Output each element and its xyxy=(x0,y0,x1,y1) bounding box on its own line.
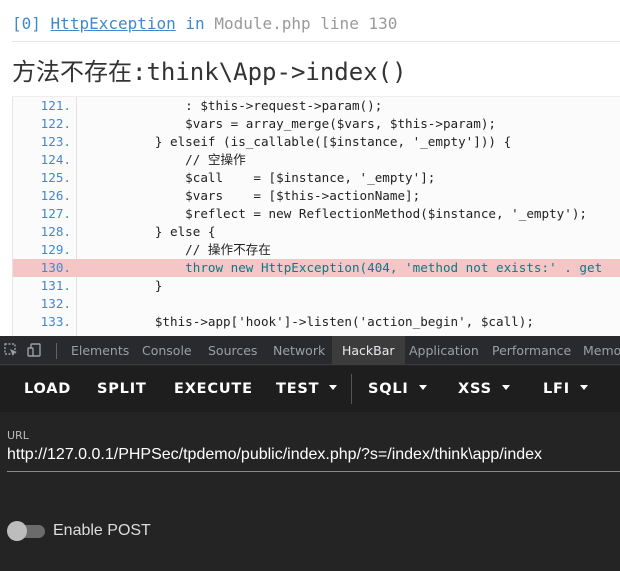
device-toolbar-icon[interactable] xyxy=(27,343,41,357)
code-line: 129. // 操作不存在 xyxy=(13,241,620,259)
code-line: 128. } else { xyxy=(13,223,620,241)
line-number: 128. xyxy=(40,224,71,239)
exception-in-word: in xyxy=(185,14,205,33)
line-source: $reflect = new ReflectionMethod($instanc… xyxy=(79,206,587,221)
line-number: 123. xyxy=(40,134,71,149)
tab-elements[interactable]: Elements xyxy=(71,336,129,365)
test-button-label: TEST xyxy=(276,381,320,397)
hackbar-body: URL http://127.0.0.1/PHPSec/tpdemo/publi… xyxy=(0,412,620,571)
exception-header: [0] HttpException in Module.php line 130… xyxy=(0,0,620,96)
source-code-panel: 121. : $this->request->param(); 122. $var… xyxy=(12,96,620,336)
code-line: 131. } xyxy=(13,277,620,295)
tabbar-divider xyxy=(56,343,57,359)
load-button[interactable]: LOAD xyxy=(24,366,71,412)
line-number: 124. xyxy=(40,152,71,167)
line-number: 127. xyxy=(40,206,71,221)
exception-index: [0] xyxy=(12,14,41,33)
code-line: 132. xyxy=(13,295,620,313)
load-button-label: LOAD xyxy=(24,381,72,397)
split-button[interactable]: SPLIT xyxy=(97,366,147,412)
execute-button-label: EXECUTE xyxy=(174,381,253,397)
code-line: 127. $reflect = new ReflectionMethod($in… xyxy=(13,205,620,223)
code-line: 124. // 空操作 xyxy=(13,151,620,169)
exception-class-link[interactable]: HttpException xyxy=(51,14,176,33)
url-label: URL xyxy=(7,429,29,442)
tab-memory[interactable]: Memory xyxy=(583,336,620,365)
caret-down-icon xyxy=(329,384,338,390)
header-divider xyxy=(12,41,620,42)
line-source: // 空操作 xyxy=(79,152,246,167)
line-source: $vars = array_merge($vars, $this->param)… xyxy=(79,116,497,131)
enable-post-toggle[interactable] xyxy=(7,518,45,544)
caret-down-icon xyxy=(418,384,427,390)
toolbar-divider xyxy=(351,374,352,404)
devtools-panel: Elements Console Sources Network HackBar… xyxy=(0,336,620,571)
toggle-knob xyxy=(7,521,27,541)
hackbar-toolbar: LOAD SPLIT EXECUTE TEST SQLI XSS LFI xyxy=(0,366,620,412)
line-source: } else { xyxy=(79,224,216,239)
line-number: 129. xyxy=(40,242,71,257)
split-button-label: SPLIT xyxy=(97,381,147,397)
tab-performance[interactable]: Performance xyxy=(492,336,571,365)
lfi-dropdown-button[interactable]: LFI xyxy=(543,366,588,412)
enable-post-label: Enable POST xyxy=(53,522,151,539)
line-source: throw new HttpException(404, 'method not… xyxy=(79,260,603,275)
line-number: 133. xyxy=(40,314,71,329)
xss-button-label: XSS xyxy=(458,381,492,397)
caret-down-icon xyxy=(579,384,588,390)
tab-application[interactable]: Application xyxy=(409,336,479,365)
tab-hackbar[interactable]: HackBar xyxy=(332,336,405,365)
tab-console[interactable]: Console xyxy=(142,336,192,365)
code-line: 121. : $this->request->param(); xyxy=(13,97,620,115)
line-source: } elseif (is_callable([$instance, '_empt… xyxy=(79,134,512,149)
code-line-highlighted: 130. throw new HttpException(404, 'metho… xyxy=(13,259,620,277)
exception-message: 方法不存在:think\App->index() xyxy=(12,58,407,86)
url-input-underline xyxy=(7,471,620,472)
line-source: $call = [$instance, '_empty']; xyxy=(79,170,436,185)
code-line: 125. $call = [$instance, '_empty']; xyxy=(13,169,620,187)
url-input[interactable]: http://127.0.0.1/PHPSec/tpdemo/public/in… xyxy=(7,446,542,464)
line-source: // 操作不存在 xyxy=(79,242,271,257)
line-number: 132. xyxy=(40,296,71,311)
line-number: 130. xyxy=(40,260,71,275)
line-number: 126. xyxy=(40,188,71,203)
line-number: 131. xyxy=(40,278,71,293)
lfi-button-label: LFI xyxy=(543,381,570,397)
test-dropdown-button[interactable]: TEST xyxy=(276,366,338,412)
exception-location: [0] HttpException in Module.php line 130 xyxy=(12,14,397,33)
caret-down-icon xyxy=(501,384,510,390)
devtools-tabbar: Elements Console Sources Network HackBar… xyxy=(0,336,620,365)
line-number: 121. xyxy=(40,98,71,113)
sqli-button-label: SQLI xyxy=(368,381,409,397)
line-number: 122. xyxy=(40,116,71,131)
sqli-dropdown-button[interactable]: SQLI xyxy=(368,366,427,412)
code-line: 126. $vars = [$this->actionName]; xyxy=(13,187,620,205)
tab-network[interactable]: Network xyxy=(273,336,325,365)
line-source: : $this->request->param(); xyxy=(79,98,383,113)
line-source: $vars = [$this->actionName]; xyxy=(79,188,421,203)
code-line: 122. $vars = array_merge($vars, $this->p… xyxy=(13,115,620,133)
line-source: } xyxy=(79,278,163,293)
line-number: 125. xyxy=(40,170,71,185)
line-source: $this->app['hook']->listen('action_begin… xyxy=(79,314,534,329)
execute-button[interactable]: EXECUTE xyxy=(174,366,253,412)
code-line: 133. $this->app['hook']->listen('action_… xyxy=(13,313,620,331)
code-lines: 121. : $this->request->param(); 122. $var… xyxy=(13,97,620,331)
exception-file-line: Module.php line 130 xyxy=(214,14,398,33)
inspect-element-icon[interactable] xyxy=(4,343,18,357)
code-line: 123. } elseif (is_callable([$instance, '… xyxy=(13,133,620,151)
xss-dropdown-button[interactable]: XSS xyxy=(458,366,510,412)
tab-sources[interactable]: Sources xyxy=(208,336,257,365)
